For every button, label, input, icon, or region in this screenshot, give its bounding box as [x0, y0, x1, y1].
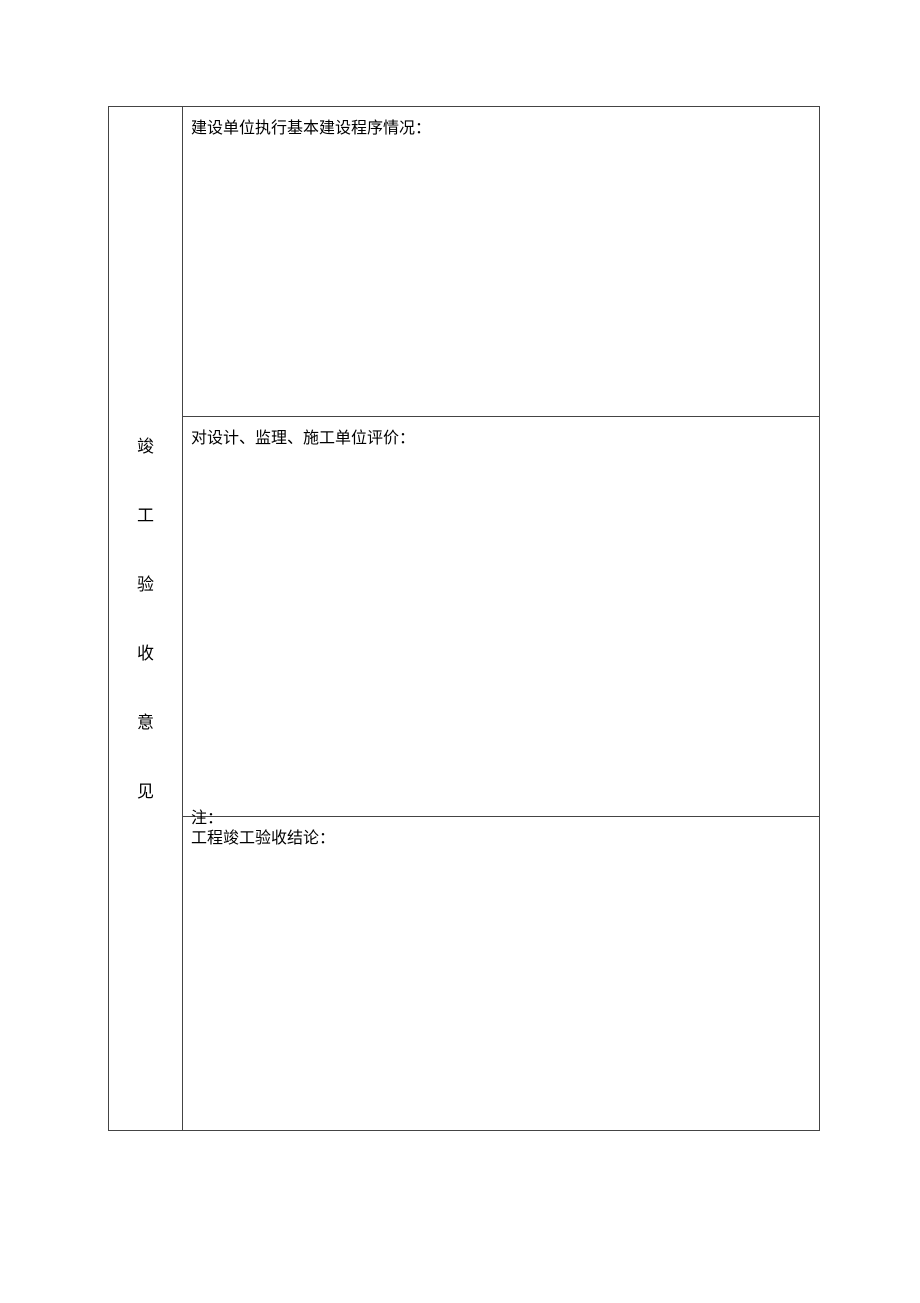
table-row: 竣 工 验 收 意 见 建设单位执行基本建设程序情况： [109, 107, 820, 417]
table-row: 对设计、监理、施工单位评价： [109, 417, 820, 817]
cell-label: 建设单位执行基本建设程序情况： [191, 115, 811, 408]
section-header-char: 竣 [137, 438, 154, 455]
section-header-char: 工 [137, 507, 154, 524]
unit-evaluation-cell: 对设计、监理、施工单位评价： [183, 417, 820, 817]
section-header-char: 收 [137, 645, 154, 662]
completion-acceptance-table: 竣 工 验 收 意 见 建设单位执行基本建设程序情况： 对设计、监理、施工单位评… [108, 106, 820, 1131]
table-row: 工程竣工验收结论： 注： [109, 817, 820, 1131]
cell-label: 对设计、监理、施工单位评价： [191, 425, 811, 808]
document-page: 竣 工 验 收 意 见 建设单位执行基本建设程序情况： 对设计、监理、施工单位评… [0, 0, 920, 1131]
acceptance-conclusion-cell: 工程竣工验收结论： 注： [183, 817, 820, 1131]
section-header-vertical-label: 竣 工 验 收 意 见 [109, 412, 182, 826]
cell-note-label: 注： [191, 805, 223, 1118]
section-header-char: 验 [137, 576, 154, 593]
section-header-char: 见 [137, 783, 154, 800]
section-header-cell: 竣 工 验 收 意 见 [109, 107, 183, 1131]
construction-unit-procedure-cell: 建设单位执行基本建设程序情况： [183, 107, 820, 417]
section-header-char: 意 [137, 714, 154, 731]
